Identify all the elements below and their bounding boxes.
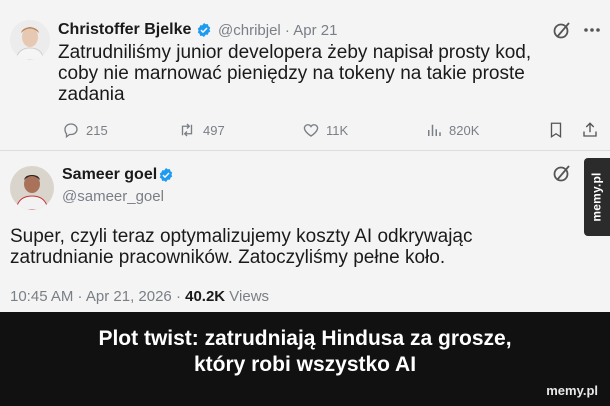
views-icon [428,124,441,136]
site-sidetab[interactable]: memy.pl [584,158,610,236]
reply-count: 215 [86,122,108,138]
author-name[interactable]: Sameer goel [62,166,157,184]
sidetab-label: memy.pl [590,172,605,222]
tweet-text-line: coby nie marnować pieniędzy na tokeny na… [58,63,525,84]
reply-button[interactable]: 215 [62,121,177,139]
repost-button[interactable]: 497 [177,121,302,139]
tweet-text-line: Zatrudniliśmy junior developera żeby nap… [58,42,532,63]
avatar-christoffer[interactable] [10,20,50,60]
tweet-text-line: zatrudnianie pracowników. Zatoczyliśmy p… [10,247,446,268]
repost-icon [181,123,193,137]
caption-text: Plot twist: zatrudniają Hindusa za grosz… [0,326,610,378]
reply-icon [64,123,78,139]
tweet-screenshot: Christoffer Bjelke @chribjel · Apr 21 Za… [0,0,610,312]
tweet-text: Super, czyli teraz optymalizujemy koszty… [10,226,473,268]
tweet-actions: 215 497 11K 820K [62,121,599,139]
views-label: Views [225,288,270,305]
tweet-text-line: zadania [58,84,125,105]
like-button[interactable]: 11K [302,121,425,139]
tweet-text: Zatrudniliśmy junior developera żeby nap… [58,42,531,105]
tweet-meta: 10:45 AM · Apr 21, 2026 · 40.2K Views [10,288,269,305]
share-icon[interactable] [581,121,599,139]
views-count: 40.2K [185,288,226,305]
like-icon [303,124,319,137]
bookmark-icon[interactable] [547,121,565,139]
caption-line: Plot twist: zatrudniają Hindusa za grosz… [98,327,512,350]
watermark: memy.pl [546,383,598,398]
views-button[interactable]: 820K [425,121,547,139]
verified-badge-icon [159,168,173,182]
grok-icon[interactable] [552,20,572,40]
avatar-sameer[interactable] [10,166,54,210]
repost-count: 497 [203,122,225,138]
views-count: 820K [449,122,480,138]
tweet-text-line: Super, czyli teraz optymalizujemy koszty… [10,226,473,247]
more-icon[interactable] [582,22,602,38]
meme-caption: Plot twist: zatrudniają Hindusa za grosz… [0,312,610,406]
handle-date[interactable]: @chribjel · Apr 21 [218,22,337,39]
verified-badge-icon [197,23,211,37]
grok-icon[interactable] [552,163,572,183]
time-date[interactable]: 10:45 AM · Apr 21, 2026 · [10,288,185,305]
author-name[interactable]: Christoffer Bjelke [58,21,191,39]
caption-line: który robi wszystko AI [193,353,417,376]
like-count: 11K [326,122,349,138]
tweet-divider [0,150,610,151]
handle[interactable]: @sameer_goel [62,188,164,205]
